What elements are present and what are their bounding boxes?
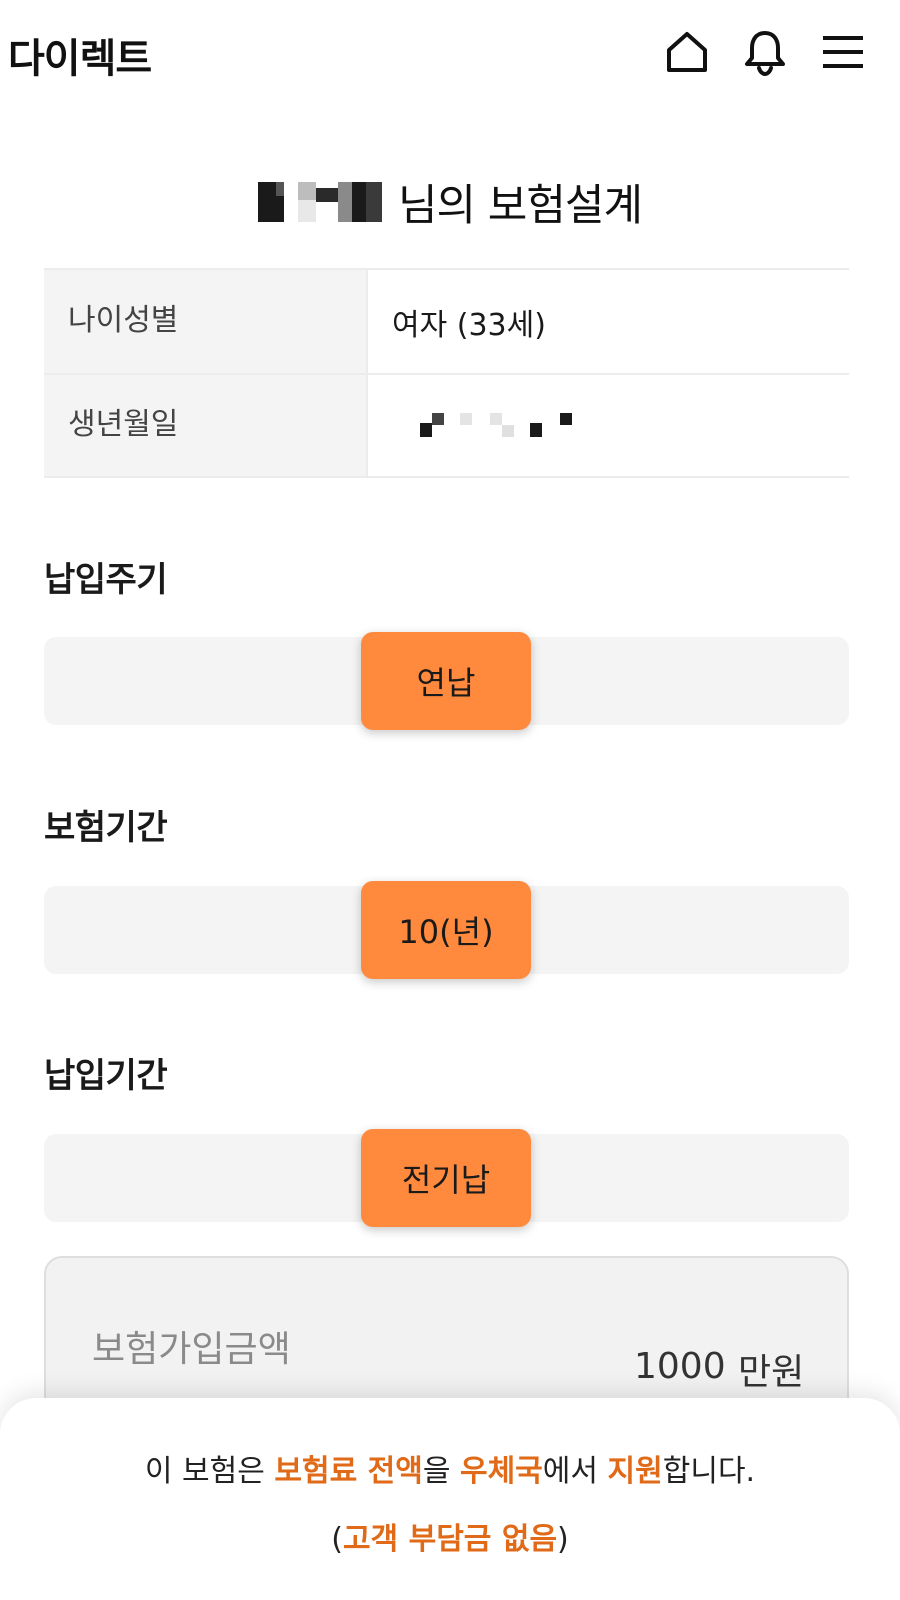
notice-highlight-post-office: 우체국 xyxy=(459,1454,543,1489)
info-row-birthdate: 생년월일 xyxy=(44,373,849,476)
section-label-insurance-period: 보험기간 xyxy=(44,808,168,848)
bell-icon[interactable] xyxy=(742,28,788,76)
info-label-age-gender: 나이성별 xyxy=(44,270,366,373)
bottom-notice-sheet: 이 보험은 보험료 전액을 우체국에서 지원합니다. (고객 부담금 없음) xyxy=(0,1398,900,1600)
notice-highlight-no-cost: 고객 부담금 없음 xyxy=(342,1522,558,1557)
notice-paren-open: ( xyxy=(331,1522,343,1557)
notice-text-4: 합니다. xyxy=(662,1454,756,1489)
notice-paren-close: ) xyxy=(557,1522,569,1557)
app-header: 다이렉트 xyxy=(0,0,900,106)
info-value-birthdate xyxy=(366,375,849,476)
menu-icon-graphic xyxy=(823,36,863,68)
notice-text-3: 에서 xyxy=(542,1454,608,1489)
page-title: 님의 보험설계 xyxy=(0,170,900,234)
notice-text-1: 이 보험은 xyxy=(144,1454,275,1489)
coverage-amount-label: 보험가입금액 xyxy=(92,1329,291,1370)
notice-line-2: (고객 부담금 없음) xyxy=(0,1514,900,1558)
menu-icon[interactable] xyxy=(820,28,866,76)
notice-highlight-support: 지원 xyxy=(607,1454,663,1489)
bell-icon-graphic xyxy=(745,31,785,76)
coverage-amount-unit: 만원 xyxy=(738,1352,805,1393)
info-value-age-gender: 여자 (33세) xyxy=(366,270,849,373)
notice-text-2: 을 xyxy=(422,1454,460,1489)
profile-info-table: 나이성별 여자 (33세) 생년월일 xyxy=(44,268,849,478)
payment-cycle-selected-button[interactable]: 연납 xyxy=(361,632,531,730)
coverage-amount-value[interactable]: 1000 xyxy=(634,1346,726,1387)
page: 다이렉트 님의 보험설계 나이성별 여자 (33세) 생년월일 납입주기 연납 … xyxy=(0,0,900,1600)
payment-cycle-selector[interactable]: 연납 xyxy=(44,632,849,730)
section-label-payment-period: 납입기간 xyxy=(44,1056,168,1096)
redacted-name xyxy=(257,180,382,224)
info-label-birthdate: 생년월일 xyxy=(44,375,366,476)
brand-title[interactable]: 다이렉트 xyxy=(8,26,152,84)
page-title-text: 님의 보험설계 xyxy=(397,181,643,231)
payment-period-selected-button[interactable]: 전기납 xyxy=(361,1129,531,1227)
home-icon[interactable] xyxy=(664,28,710,76)
notice-line-1: 이 보험은 보험료 전액을 우체국에서 지원합니다. xyxy=(0,1446,900,1490)
section-label-payment-cycle: 납입주기 xyxy=(44,560,168,600)
payment-period-selector[interactable]: 전기납 xyxy=(44,1129,849,1227)
home-icon-graphic xyxy=(667,32,707,72)
info-row-age-gender: 나이성별 여자 (33세) xyxy=(44,270,849,373)
notice-highlight-full-premium: 보험료 전액 xyxy=(274,1454,423,1489)
insurance-period-selected-button[interactable]: 10(년) xyxy=(361,881,531,979)
insurance-period-selector[interactable]: 10(년) xyxy=(44,881,849,979)
redacted-birthdate xyxy=(412,411,572,441)
